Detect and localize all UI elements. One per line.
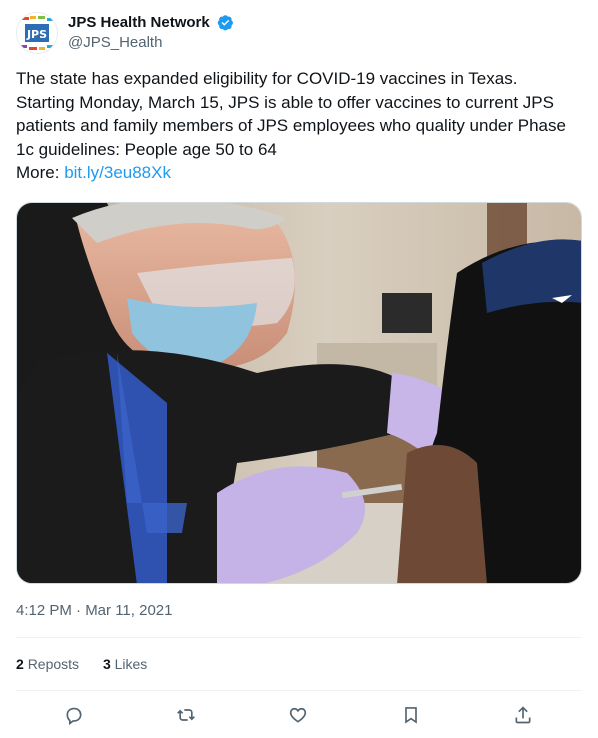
- jps-logo: JPS: [17, 13, 57, 53]
- tweet-timestamp[interactable]: 4:12 PM · Mar 11, 2021: [16, 602, 172, 619]
- bookmark-icon: [405, 707, 417, 724]
- likes-count: 3: [102, 656, 111, 672]
- divider: [16, 637, 582, 638]
- vaccination-photo: [17, 203, 581, 583]
- repost-icon: [177, 709, 195, 721]
- action-bar: [16, 700, 582, 730]
- tweet-link[interactable]: bit.ly/3eu88Xk: [64, 163, 171, 182]
- author-names: JPS Health Network @JPS_Health: [68, 13, 234, 53]
- likes-label: Likes: [114, 656, 148, 672]
- reposts-count: 2: [16, 656, 24, 672]
- likes-stat[interactable]: 3 Likes: [103, 656, 147, 672]
- handle[interactable]: @JPS_Health: [68, 33, 234, 53]
- share-button[interactable]: [511, 703, 535, 727]
- share-icon: [515, 706, 531, 724]
- tweet-header: JPS JPS Health Network @JPS_Health: [16, 10, 582, 54]
- logo-text: JPS: [26, 28, 47, 41]
- reply-button[interactable]: [62, 703, 86, 727]
- tweet-line: patients and family members of JPS emplo…: [16, 116, 566, 135]
- tweet-line: 1c guidelines: People age 50 to 64: [16, 139, 277, 159]
- reposts-stat[interactable]: 2 Reposts: [16, 656, 79, 672]
- tweet-line: The state has expanded eligibility for C…: [16, 69, 518, 88]
- like-icon: [289, 707, 307, 723]
- tweet-photo[interactable]: [16, 202, 582, 584]
- like-button[interactable]: [286, 703, 310, 727]
- display-name[interactable]: JPS Health Network: [68, 13, 210, 32]
- tweet-text: The state has expanded eligibility for C…: [16, 67, 586, 185]
- repost-button[interactable]: [174, 703, 198, 727]
- more-label: More:: [16, 163, 65, 182]
- verified-badge-icon: [217, 15, 234, 31]
- tweet-line: Starting Monday, March 15, JPS is able t…: [16, 92, 554, 112]
- reposts-label: Reposts: [27, 656, 80, 672]
- bookmark-button[interactable]: [399, 703, 423, 727]
- tweet-more-line: More: bit.ly/3eu88Xk: [16, 161, 586, 185]
- engagement-stats: 2 Reposts 3 Likes: [16, 656, 167, 672]
- divider: [16, 690, 582, 691]
- reply-icon: [66, 707, 82, 726]
- avatar[interactable]: JPS: [16, 12, 58, 54]
